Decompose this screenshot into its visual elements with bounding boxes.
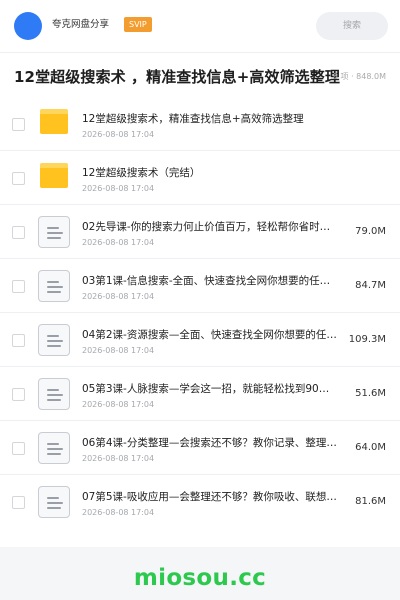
file-name: 03第1课-信息搜索-全面、快速查找全网你想要的任何信息.mp4 xyxy=(82,275,338,287)
list-item[interactable]: 12堂超级搜索术，精准查找信息+高效筛选整理 2026-08-08 17:04 xyxy=(0,97,400,151)
list-item[interactable]: 02先导课-你的搜索力何止价值百万，轻松帮你省时省力.mp4 2026-08-0… xyxy=(0,205,400,259)
checkbox[interactable] xyxy=(12,496,25,509)
document-icon xyxy=(38,270,70,302)
file-date: 2026-08-08 17:04 xyxy=(82,130,155,139)
file-name: 05第3课-人脉搜索—学会这一招，就能轻松找到90%的人.mp4 xyxy=(82,383,338,395)
file-date: 2026-08-08 17:04 xyxy=(82,508,155,517)
list-item[interactable]: 05第3课-人脉搜索—学会这一招，就能轻松找到90%的人.mp4 2026-08… xyxy=(0,367,400,421)
file-size: 51.6M xyxy=(355,388,386,399)
checkbox[interactable] xyxy=(12,280,25,293)
watermark: miosou.cc xyxy=(133,565,267,591)
file-date: 2026-08-08 17:04 xyxy=(82,292,155,301)
item-count: 8 项 · 848.0M xyxy=(332,72,386,81)
file-name: 12堂超级搜索术（完结） xyxy=(82,167,201,179)
file-date: 2026-08-08 17:04 xyxy=(82,454,155,463)
list-item[interactable]: 06第4课-分类整理—会搜索还不够？教你记录、整理与筛选.mp4 2026-08… xyxy=(0,421,400,475)
folder-icon xyxy=(40,109,68,134)
file-date: 2026-08-08 17:04 xyxy=(82,346,155,355)
file-size: 109.3M xyxy=(348,334,386,345)
file-list: 12堂超级搜索术，精准查找信息+高效筛选整理 2026-08-08 17:04 … xyxy=(0,97,400,547)
document-icon xyxy=(38,216,70,248)
document-icon xyxy=(38,486,70,518)
file-name: 12堂超级搜索术，精准查找信息+高效筛选整理 xyxy=(82,113,304,125)
file-date: 2026-08-08 17:04 xyxy=(82,184,155,193)
checkbox[interactable] xyxy=(12,388,25,401)
file-size: 81.6M xyxy=(355,496,386,507)
search-button[interactable]: 搜索 xyxy=(316,12,388,40)
document-icon xyxy=(38,324,70,356)
list-item[interactable]: 04第2课-资源搜索—全面、快速查找全网你想要的任何资源.mp4 2026-08… xyxy=(0,313,400,367)
header: 夸克网盘分享 SVIP 搜索 xyxy=(0,0,400,52)
checkbox[interactable] xyxy=(12,442,25,455)
list-item[interactable]: 12堂超级搜索术（完结） 2026-08-08 17:04 xyxy=(0,151,400,205)
file-date: 2026-08-08 17:04 xyxy=(82,238,155,247)
app-title: 夸克网盘分享 xyxy=(52,19,110,30)
title-bar: 12堂超级搜索术 ，精准查找信息+高效筛选整理 8 项 · 848.0M xyxy=(0,52,400,98)
file-name: 06第4课-分类整理—会搜索还不够？教你记录、整理与筛选.mp4 xyxy=(82,437,338,449)
file-size: 64.0M xyxy=(355,442,386,453)
file-name: 04第2课-资源搜索—全面、快速查找全网你想要的任何资源.mp4 xyxy=(82,329,338,341)
folder-icon xyxy=(40,163,68,188)
page-title: 12堂超级搜索术 ，精准查找信息+高效筛选整理 xyxy=(14,68,340,86)
document-icon xyxy=(38,378,70,410)
file-name: 02先导课-你的搜索力何止价值百万，轻松帮你省时省力.mp4 xyxy=(82,221,338,233)
checkbox[interactable] xyxy=(12,172,25,185)
checkbox[interactable] xyxy=(12,334,25,347)
file-size: 79.0M xyxy=(355,226,386,237)
file-name: 07第5课-吸收应用—会整理还不够？教你吸收、联想与应用.mp4 xyxy=(82,491,338,503)
checkbox[interactable] xyxy=(12,118,25,131)
svip-badge: SVIP xyxy=(124,17,152,32)
checkbox[interactable] xyxy=(12,226,25,239)
list-item[interactable]: 03第1课-信息搜索-全面、快速查找全网你想要的任何信息.mp4 2026-08… xyxy=(0,259,400,313)
document-icon xyxy=(38,432,70,464)
file-size: 84.7M xyxy=(355,280,386,291)
file-date: 2026-08-08 17:04 xyxy=(82,400,155,409)
avatar[interactable] xyxy=(14,12,42,40)
list-item[interactable]: 07第5课-吸收应用—会整理还不够？教你吸收、联想与应用.mp4 2026-08… xyxy=(0,475,400,529)
